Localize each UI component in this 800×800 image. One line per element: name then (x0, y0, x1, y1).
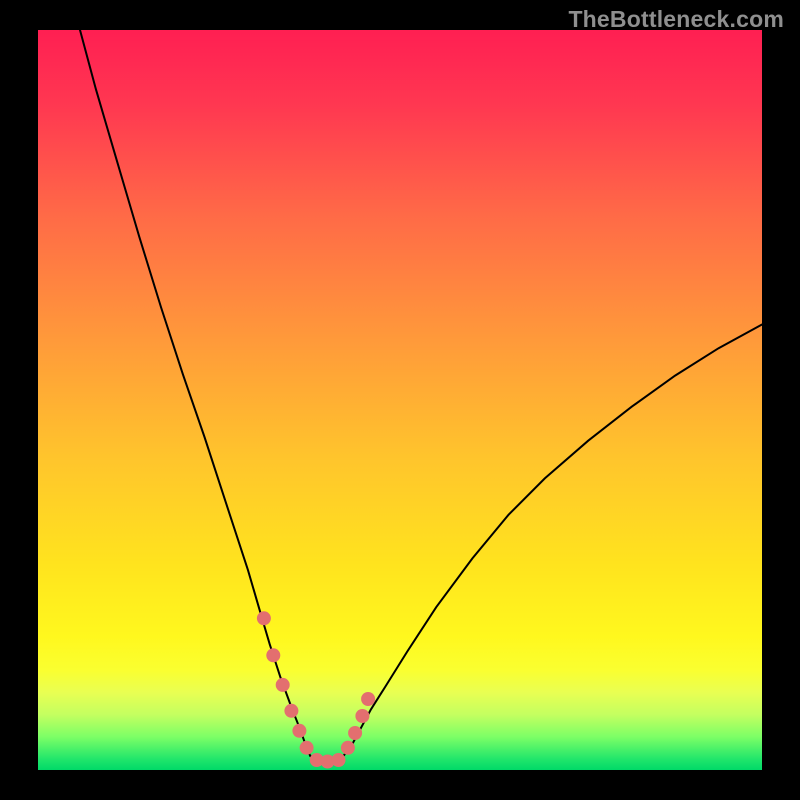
watermark-text: TheBottleneck.com (568, 6, 784, 33)
marker-dot (300, 741, 314, 755)
marker-dot (332, 753, 346, 767)
chart-canvas (0, 0, 800, 800)
marker-dot (341, 741, 355, 755)
marker-dot (257, 611, 271, 625)
marker-dot (361, 692, 375, 706)
marker-dot (276, 678, 290, 692)
plot-background (38, 30, 762, 770)
marker-dot (292, 724, 306, 738)
marker-dot (348, 726, 362, 740)
marker-dot (284, 704, 298, 718)
marker-dot (355, 709, 369, 723)
marker-dot (266, 648, 280, 662)
